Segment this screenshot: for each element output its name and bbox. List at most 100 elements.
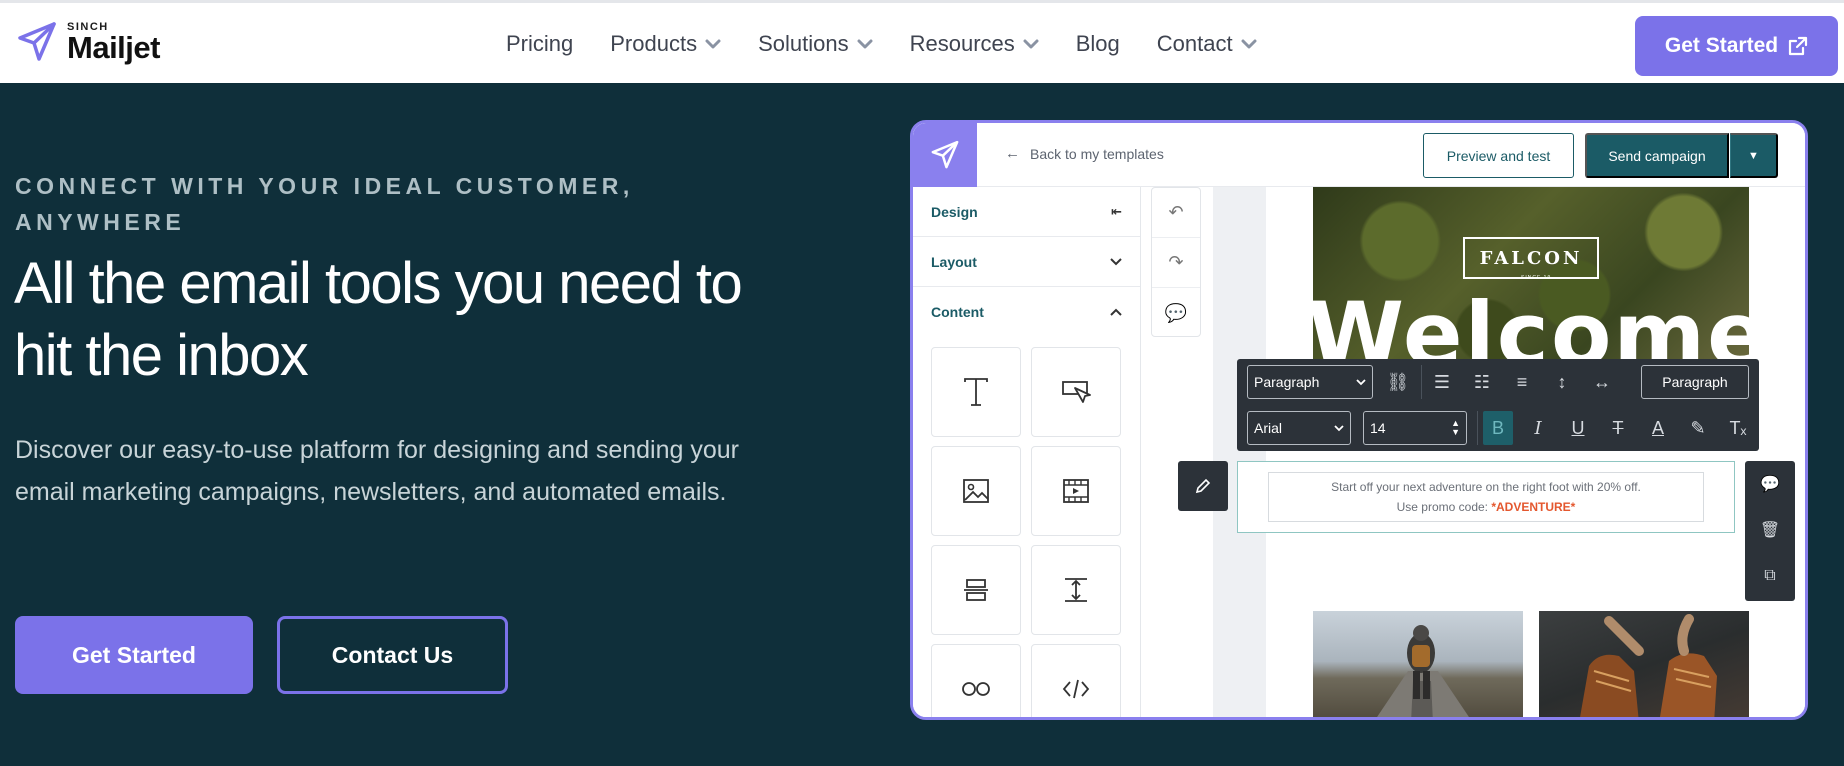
highlight-icon: ✎ — [1690, 417, 1706, 438]
main-nav: Pricing Products Solutions Resources Blo… — [506, 31, 1294, 57]
toolbar-divider — [1477, 411, 1478, 445]
nav-item-contact[interactable]: Contact — [1157, 31, 1257, 57]
clear-format-button[interactable]: Tₓ — [1723, 411, 1753, 445]
sidebar-item-label: Design — [931, 203, 978, 220]
email-canvas: FALCON SINCE 19 Welcome — [1213, 187, 1805, 717]
text-icon — [964, 378, 988, 406]
font-size-stepper[interactable]: 14 ▲ ▼ — [1363, 411, 1467, 445]
block-style-value: Paragraph — [1254, 374, 1320, 390]
bullet-list-button[interactable]: ☰ — [1427, 365, 1457, 399]
promo-text: Start off your next adventure on the rig… — [1268, 472, 1704, 522]
contact-us-button[interactable]: Contact Us — [277, 616, 508, 694]
header-get-started-button[interactable]: Get Started — [1635, 16, 1838, 76]
strikethrough-button[interactable]: T — [1603, 411, 1633, 445]
delete-block-button[interactable]: 🗑 — [1745, 507, 1795, 553]
text-color-icon: A — [1651, 417, 1664, 438]
nav-item-products[interactable]: Products — [610, 31, 721, 57]
arrow-left-icon: ← — [1005, 145, 1020, 162]
html-block[interactable] — [1031, 644, 1121, 717]
italic-button[interactable]: I — [1523, 411, 1553, 445]
editor-topbar: ← Back to my templates Preview and test … — [913, 123, 1805, 187]
trash-icon: 🗑 — [1759, 522, 1781, 539]
selected-text-block[interactable]: Start off your next adventure on the rig… — [1237, 461, 1735, 533]
align-left-icon: ≡ — [1516, 371, 1528, 392]
section-block[interactable] — [931, 545, 1021, 635]
logo-name-text: Mailjet — [67, 30, 160, 65]
send-options-dropdown[interactable]: ▼ — [1730, 133, 1778, 178]
italic-icon: I — [1534, 417, 1542, 439]
block-style-select[interactable]: Paragraph — [1247, 365, 1373, 399]
social-block[interactable] — [931, 644, 1021, 717]
align-left-button[interactable]: ≡ — [1507, 365, 1537, 399]
redo-icon: ↷ — [1168, 252, 1184, 272]
undo-button[interactable]: ↶ — [1152, 188, 1200, 238]
hiker-photo — [1313, 611, 1523, 717]
cursor-click-icon — [1062, 381, 1091, 403]
mailjet-logo[interactable]: SINCH Mailjet — [17, 21, 160, 63]
chevron-down-icon — [705, 39, 721, 49]
paragraph-button-label: Paragraph — [1662, 374, 1728, 390]
chevron-down-icon — [1356, 378, 1366, 385]
sidebar-item-content[interactable]: Content — [913, 287, 1140, 337]
video-block[interactable] — [1031, 446, 1121, 536]
send-campaign-button[interactable]: Send campaign — [1585, 133, 1729, 178]
social-icon — [962, 682, 990, 696]
paper-plane-icon — [931, 140, 959, 169]
preview-and-test-button[interactable]: Preview and test — [1423, 133, 1574, 178]
boots-photo — [1539, 611, 1749, 717]
bold-icon: B — [1491, 417, 1504, 438]
button-block[interactable] — [1031, 347, 1121, 437]
nav-item-label: Solutions — [758, 31, 849, 56]
welcome-headline: Welcome — [1313, 283, 1749, 368]
comments-button[interactable]: 💬 — [1152, 288, 1200, 338]
hero-eyebrow: CONNECT WITH YOUR IDEAL CUSTOMER, ANYWHE… — [15, 173, 634, 235]
nav-item-blog[interactable]: Blog — [1076, 31, 1120, 57]
numbered-list-button[interactable]: ☷ — [1467, 365, 1497, 399]
bold-button[interactable]: B — [1483, 411, 1513, 445]
redo-button[interactable]: ↷ — [1152, 238, 1200, 288]
promo-line: Start off your next adventure on the rig… — [1331, 480, 1641, 494]
collapse-left-icon: ⇤ — [1111, 203, 1122, 219]
font-family-select[interactable]: Arial — [1247, 411, 1351, 445]
comment-block-button[interactable]: 💬 — [1745, 461, 1795, 507]
paragraph-button[interactable]: Paragraph — [1641, 365, 1749, 399]
edit-block-button[interactable] — [1178, 461, 1228, 511]
spacer-block[interactable] — [1031, 545, 1121, 635]
unlink-button[interactable]: ⛓ — [1383, 365, 1413, 399]
toolbar-divider — [1421, 365, 1422, 399]
text-color-button[interactable]: A — [1643, 411, 1673, 445]
nav-item-resources[interactable]: Resources — [910, 31, 1039, 57]
back-label: Back to my templates — [1030, 145, 1164, 162]
font-family-value: Arial — [1254, 420, 1283, 436]
letter-spacing-icon: ↔ — [1593, 371, 1611, 392]
editor-logo[interactable] — [913, 123, 977, 187]
header-get-started-label: Get Started — [1664, 34, 1779, 57]
line-height-button[interactable]: ↕ — [1547, 365, 1577, 399]
nav-item-label: Resources — [909, 31, 1015, 56]
image-block[interactable] — [931, 446, 1021, 536]
back-to-templates-link[interactable]: ← Back to my templates — [1005, 145, 1164, 162]
spacer-icon — [1065, 578, 1087, 602]
promo-code-line: Use promo code: *ADVENTURE* — [1269, 497, 1703, 517]
duplicate-block-button[interactable]: ⧉ — [1745, 553, 1795, 599]
hero-description: Discover our easy-to-use platform for de… — [15, 436, 739, 506]
comment-icon: 💬 — [1164, 302, 1188, 323]
editor-sidebar: Design ⇤ Layout Content — [913, 187, 1141, 717]
unlink-icon: ⛓ — [1386, 371, 1410, 392]
nav-item-label: Products — [610, 31, 698, 56]
caret-down-icon: ▼ — [1748, 149, 1759, 162]
nav-item-solutions[interactable]: Solutions — [758, 31, 873, 57]
promo-prefix: Use promo code: — [1396, 500, 1492, 514]
chevron-down-icon — [1023, 39, 1039, 49]
sidebar-item-label: Layout — [931, 253, 977, 270]
text-block[interactable] — [931, 347, 1021, 437]
nav-item-pricing[interactable]: Pricing — [506, 31, 573, 57]
chevron-down-icon — [1110, 257, 1122, 265]
sidebar-item-design[interactable]: Design ⇤ — [913, 187, 1140, 237]
letter-spacing-button[interactable]: ↔ — [1587, 365, 1617, 399]
get-started-button[interactable]: Get Started — [15, 616, 253, 694]
sidebar-item-layout[interactable]: Layout — [913, 237, 1140, 287]
falcon-logo-sub: SINCE 19 — [1521, 275, 1552, 281]
highlight-button[interactable]: ✎ — [1683, 411, 1713, 445]
underline-button[interactable]: U — [1563, 411, 1593, 445]
